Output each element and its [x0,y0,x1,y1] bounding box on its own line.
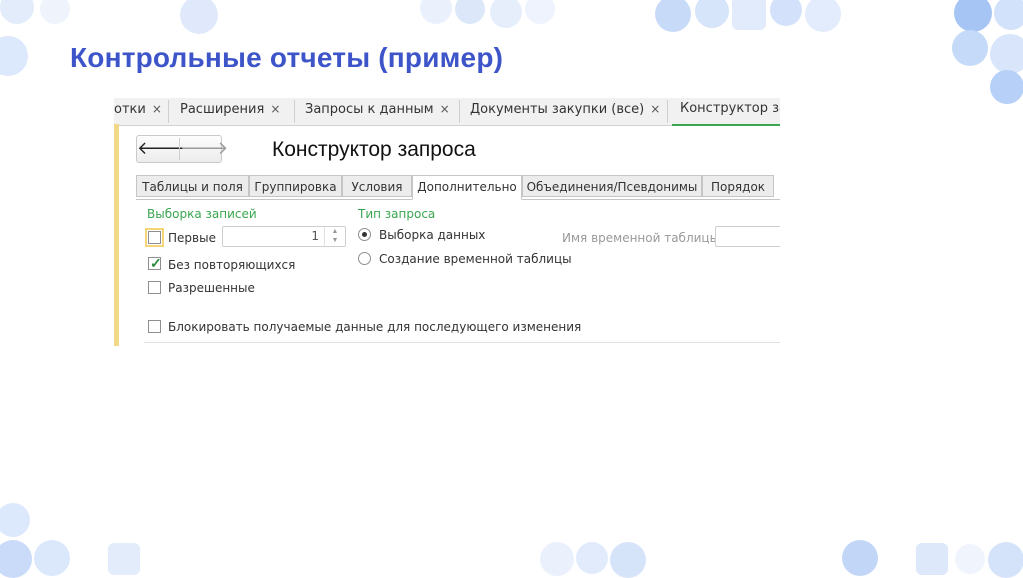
window-tab-label: Запросы к данным [305,102,434,117]
window-tab-label: отки [114,102,146,117]
query-type-heading: Тип запроса [358,207,436,221]
close-icon[interactable]: × [650,102,660,116]
close-icon[interactable]: × [440,102,450,116]
tab-order[interactable]: Порядок [702,175,774,197]
query-type-temp-table-radio[interactable] [358,252,371,265]
panel-edge [114,124,119,346]
forward-button[interactable]: 🡒 [180,136,228,162]
distinct-label: Без повторяющихся [168,258,296,272]
distinct-checkbox[interactable]: ✓ [148,255,162,271]
window-tab-queries[interactable]: Запросы к данным × [305,98,450,124]
query-type-select-radio[interactable] [358,228,371,241]
arrow-right-icon: 🡒 [180,138,229,158]
form-title: Конструктор запроса [272,138,476,161]
first-count-value: 1 [311,229,319,243]
window-tab-label: Конструктор за [680,101,780,116]
lock-data-checkbox[interactable] [148,320,161,333]
window-tab-label: Документы закупки (все) [470,102,645,117]
spinner-icon[interactable]: ▲ ▼ [324,227,345,246]
window-tab-label: Расширения [180,102,265,117]
close-icon[interactable]: × [152,102,162,116]
first-checkbox[interactable] [145,228,164,247]
window-tab-1[interactable]: отки × [114,98,162,124]
query-builder-screenshot: отки × Расширения × Запросы к данным × Доку… [114,98,780,346]
checkmark-icon: ✓ [150,255,162,271]
tab-additional[interactable]: Дополнительно [412,175,522,200]
tab-separator [294,100,295,123]
first-count-input[interactable]: 1 ▲ ▼ [222,226,346,247]
tab-separator [168,100,169,123]
first-label: Первые [168,231,216,245]
close-icon[interactable]: × [270,102,280,116]
navigation-buttons: 🡐 🡒 [136,135,228,163]
query-type-temp-table-label: Создание временной таблицы [379,252,572,266]
tab-unions-aliases[interactable]: Объединения/Псевдонимы [522,175,702,197]
tab-separator [667,100,668,123]
divider [144,342,780,343]
slide-title: Контрольные отчеты (пример) [70,42,504,73]
window-tab-query-builder[interactable]: Конструктор за [672,98,780,126]
tab-separator [459,100,460,123]
temp-table-name-input[interactable] [715,226,780,247]
allowed-label: Разрешенные [168,281,255,295]
back-button[interactable]: 🡐 [137,136,185,162]
tab-grouping[interactable]: Группировка [249,175,342,197]
window-tab-purchase-docs[interactable]: Документы закупки (все) × [470,98,660,124]
tab-conditions[interactable]: Условия [342,175,412,197]
temp-table-name-label: Имя временной таблицы: [562,231,724,245]
lock-data-label: Блокировать получаемые данные для послед… [168,320,582,334]
window-tab-extensions[interactable]: Расширения × [180,98,280,124]
radio-dot [362,232,367,237]
query-tabs: Таблицы и поля Группировка Условия Допол… [136,175,780,200]
window-tab-bar: отки × Расширения × Запросы к данным × Доку… [114,98,780,126]
query-type-select-label: Выборка данных [379,228,486,242]
tab-tables-and-fields[interactable]: Таблицы и поля [136,175,249,197]
allowed-checkbox[interactable] [148,281,161,294]
records-selection-heading: Выборка записей [147,207,257,221]
